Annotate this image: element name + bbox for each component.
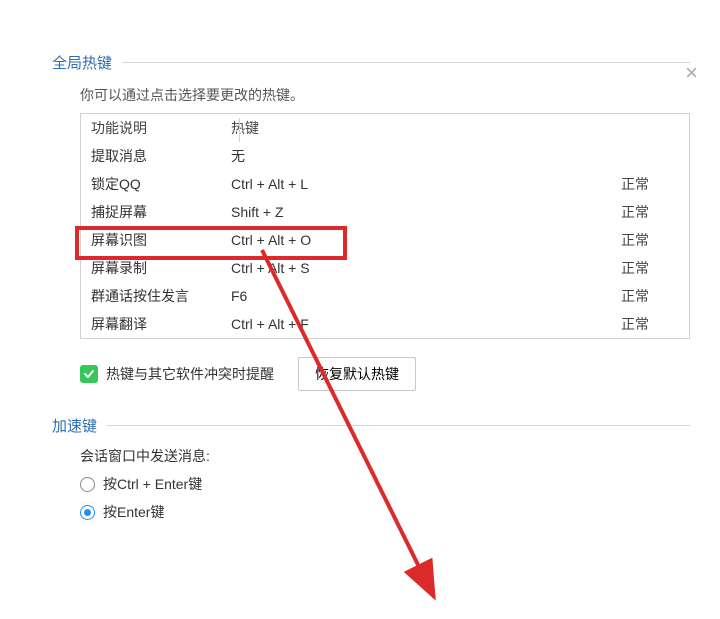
table-row[interactable]: 群通话按住发言 F6 正常 xyxy=(81,282,689,310)
row-desc: 屏幕翻译 xyxy=(91,314,231,334)
divider-line xyxy=(122,62,690,63)
section-title: 加速键 xyxy=(52,415,97,436)
row-hotkey: Ctrl + Alt + L xyxy=(231,176,511,192)
row-hotkey: Ctrl + Alt + S xyxy=(231,260,511,276)
col-desc: 功能说明 xyxy=(91,118,231,138)
section-header: 加速键 xyxy=(0,415,720,436)
row-desc: 屏幕录制 xyxy=(91,258,231,278)
table-row[interactable]: 锁定QQ Ctrl + Alt + L 正常 xyxy=(81,170,689,198)
row-desc: 捕捉屏幕 xyxy=(91,202,231,222)
row-hotkey: Shift + Z xyxy=(231,204,511,220)
radio-icon xyxy=(80,477,95,492)
table-row[interactable]: 提取消息 无 xyxy=(81,142,689,170)
row-hotkey: F6 xyxy=(231,288,511,304)
row-status: 正常 xyxy=(511,314,679,334)
row-status: 正常 xyxy=(511,286,679,306)
section-title: 全局热键 xyxy=(52,52,112,73)
row-status: 正常 xyxy=(511,174,679,194)
hotkey-table-header: 功能说明 热键 xyxy=(81,114,689,142)
below-table-controls: 热键与其它软件冲突时提醒 恢复默认热键 xyxy=(80,357,690,391)
row-desc: 屏幕识图 xyxy=(91,230,231,250)
checkbox-label: 热键与其它软件冲突时提醒 xyxy=(106,364,274,384)
table-row[interactable]: 捕捉屏幕 Shift + Z 正常 xyxy=(81,198,689,226)
hotkey-hint: 你可以通过点击选择要更改的热键。 xyxy=(80,85,690,105)
send-message-label: 会话窗口中发送消息: xyxy=(80,446,690,466)
radio-label: 按Enter键 xyxy=(103,502,164,522)
row-hotkey: 无 xyxy=(231,146,511,166)
hotkey-table: 功能说明 热键 提取消息 无 锁定QQ Ctrl + Alt + L 正常 捕捉… xyxy=(80,113,690,339)
restore-defaults-button[interactable]: 恢复默认热键 xyxy=(298,357,416,391)
check-icon xyxy=(80,365,98,383)
row-desc: 锁定QQ xyxy=(91,174,231,194)
conflict-checkbox[interactable]: 热键与其它软件冲突时提醒 xyxy=(80,364,274,384)
row-desc: 提取消息 xyxy=(91,146,231,166)
radio-enter[interactable]: 按Enter键 xyxy=(80,502,690,522)
row-status: 正常 xyxy=(511,230,679,250)
table-row[interactable]: 屏幕翻译 Ctrl + Alt + F 正常 xyxy=(81,310,689,338)
row-hotkey: Ctrl + Alt + F xyxy=(231,316,511,332)
col-hotkey: 热键 xyxy=(231,118,511,138)
radio-icon xyxy=(80,505,95,520)
row-status: 正常 xyxy=(511,202,679,222)
section-accelerators: 加速键 会话窗口中发送消息: 按Ctrl + Enter键 按Enter键 xyxy=(0,415,720,522)
divider-line xyxy=(107,425,690,426)
close-icon[interactable]: × xyxy=(685,62,698,84)
section-global-hotkeys: 全局热键 你可以通过点击选择要更改的热键。 功能说明 热键 提取消息 无 锁定Q… xyxy=(0,52,720,391)
section-header: 全局热键 xyxy=(0,52,720,73)
row-desc: 群通话按住发言 xyxy=(91,286,231,306)
table-row[interactable]: 屏幕录制 Ctrl + Alt + S 正常 xyxy=(81,254,689,282)
row-status: 正常 xyxy=(511,258,679,278)
table-row[interactable]: 屏幕识图 Ctrl + Alt + O 正常 xyxy=(81,226,689,254)
row-hotkey: Ctrl + Alt + O xyxy=(231,232,511,248)
radio-label: 按Ctrl + Enter键 xyxy=(103,474,202,494)
radio-ctrl-enter[interactable]: 按Ctrl + Enter键 xyxy=(80,474,690,494)
